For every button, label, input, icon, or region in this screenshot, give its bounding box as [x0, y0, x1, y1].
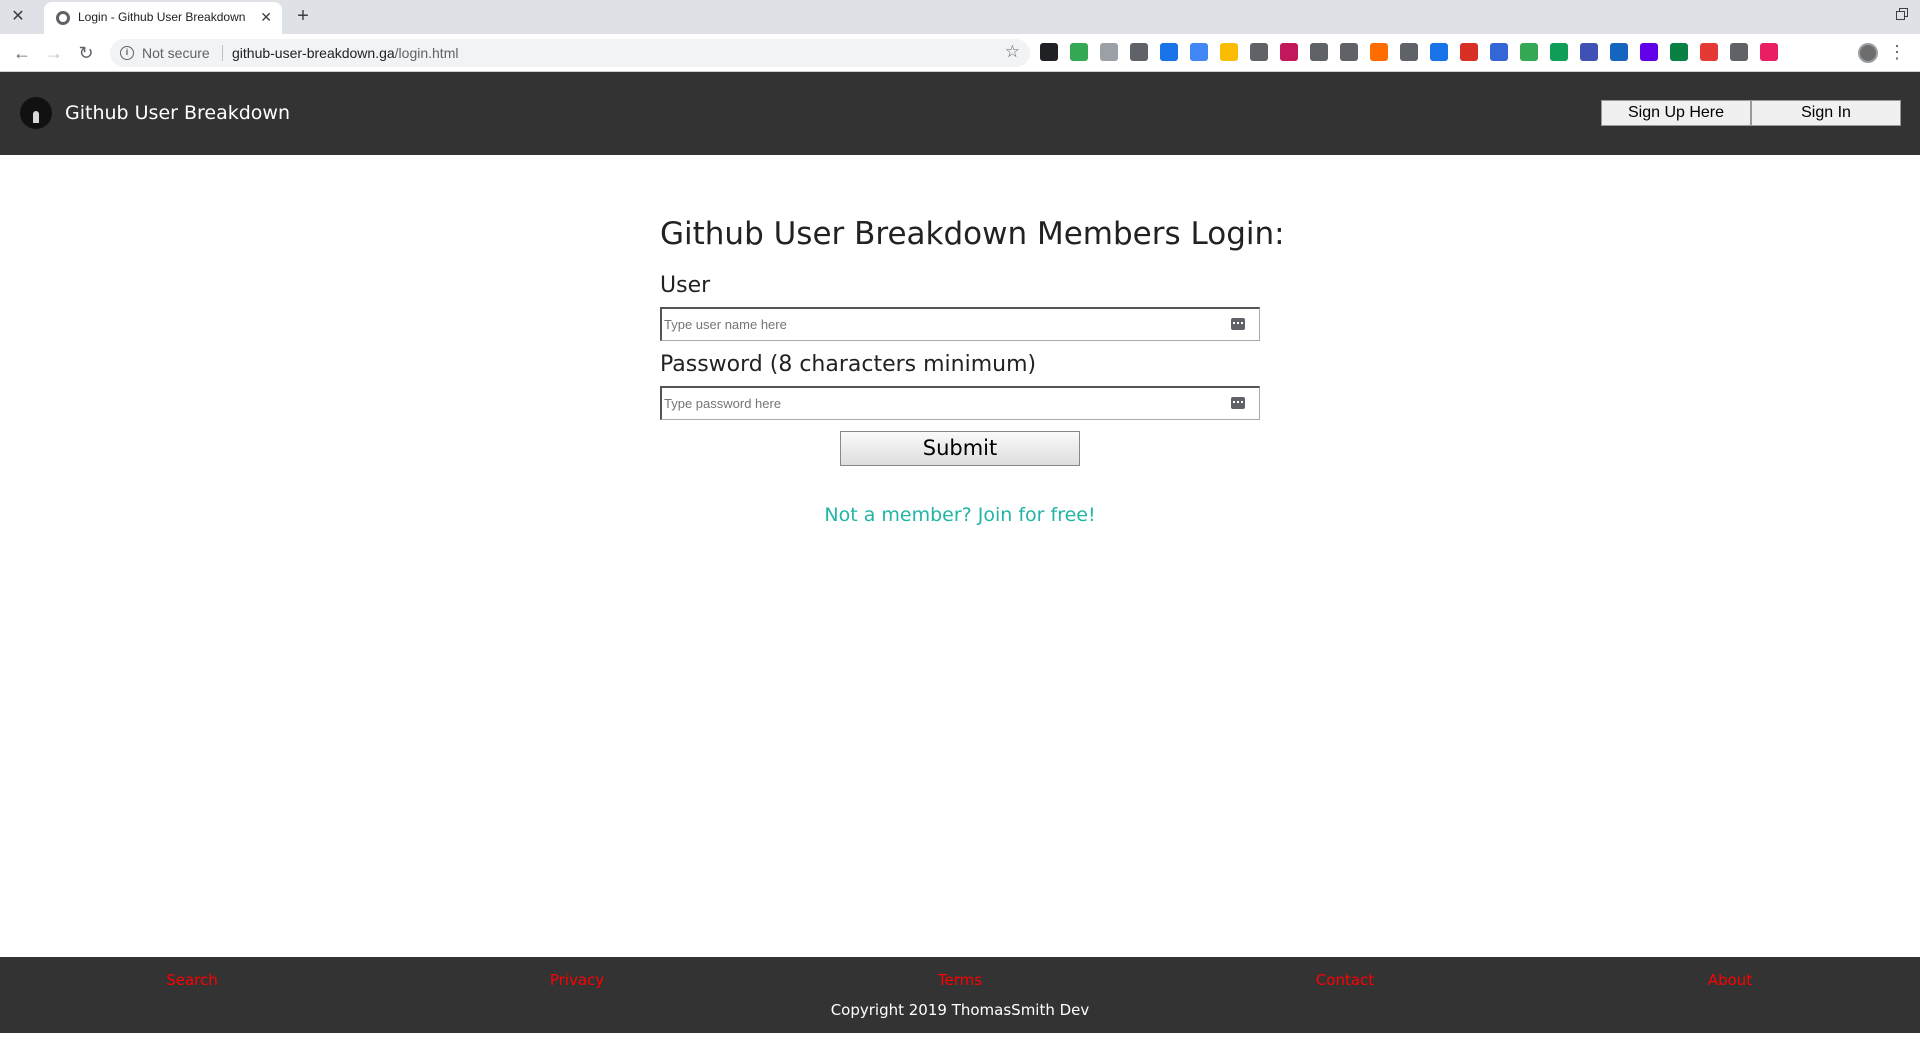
close-tab-icon[interactable]: ✕ [260, 9, 272, 26]
submit-button[interactable]: Submit [840, 431, 1080, 466]
extension-icon[interactable] [1130, 43, 1148, 61]
login-title: Github User Breakdown Members Login: [660, 216, 1285, 252]
password-label: Password (8 characters minimum) [660, 352, 1037, 377]
keyboard-icon[interactable] [1231, 318, 1245, 330]
footer-link-about[interactable]: About [1640, 971, 1820, 989]
extension-icon[interactable] [1100, 43, 1118, 61]
extension-icon[interactable] [1520, 43, 1538, 61]
extension-icon[interactable] [1220, 43, 1238, 61]
forward-arrow-icon[interactable]: → [44, 43, 64, 63]
browser-tabstrip: ✕ Login - Github User Breakdown ✕ + [0, 0, 1920, 34]
extension-icon[interactable] [1250, 43, 1268, 61]
user-label: User [660, 273, 711, 298]
footer-link-terms[interactable]: Terms [870, 971, 1050, 989]
divider [222, 45, 223, 61]
site-logo[interactable] [20, 97, 52, 129]
footer-link-search[interactable]: Search [102, 971, 282, 989]
new-tab-button[interactable]: + [292, 6, 314, 28]
extension-icon[interactable] [1340, 43, 1358, 61]
close-window-icon[interactable]: ✕ [8, 7, 28, 27]
copyright: Copyright 2019 ThomasSmith Dev [830, 1001, 1090, 1019]
password-input[interactable] [664, 388, 1224, 418]
extension-icon[interactable] [1070, 43, 1088, 61]
extension-icon[interactable] [1400, 43, 1418, 61]
back-arrow-icon[interactable]: ← [12, 43, 32, 63]
browser-tab[interactable]: Login - Github User Breakdown ✕ [44, 2, 282, 34]
site-title[interactable]: Github User Breakdown [65, 102, 290, 124]
menu-dots-icon[interactable]: ⋮ [1888, 42, 1906, 62]
security-label: Not secure [142, 45, 210, 61]
address-bar[interactable]: i Not secure github-user-breakdown.ga/lo… [110, 39, 1030, 67]
bookmark-star-icon[interactable]: ☆ [1005, 42, 1020, 62]
extension-icon[interactable] [1700, 43, 1718, 61]
globe-icon [56, 11, 70, 25]
site-header: Github User Breakdown Sign Up Here Sign … [0, 72, 1920, 155]
footer-link-privacy[interactable]: Privacy [487, 971, 667, 989]
password-field[interactable] [660, 386, 1260, 420]
info-icon[interactable]: i [120, 46, 134, 60]
extension-icon[interactable] [1190, 43, 1208, 61]
page-bottom [0, 1033, 1920, 1050]
site-footer: Search Privacy Terms Contact About Copyr… [0, 957, 1920, 1033]
user-field[interactable] [660, 307, 1260, 341]
extension-icon[interactable] [1310, 43, 1328, 61]
extension-icon[interactable] [1160, 43, 1178, 61]
extension-icon[interactable] [1370, 43, 1388, 61]
sign-up-button[interactable]: Sign Up Here [1601, 100, 1751, 126]
extension-icon[interactable] [1460, 43, 1478, 61]
extension-icon[interactable] [1430, 43, 1448, 61]
extension-icon[interactable] [1760, 43, 1778, 61]
extension-icon[interactable] [1040, 43, 1058, 61]
sign-in-button[interactable]: Sign In [1751, 100, 1901, 126]
url-text[interactable]: github-user-breakdown.ga/login.html [232, 45, 458, 61]
browser-toolbar: ← → ↻ i Not secure github-user-breakdown… [0, 34, 1920, 72]
join-link: Not a member? Join for free! [0, 504, 1920, 526]
join-link-text[interactable]: Not a member? Join for free! [824, 504, 1095, 526]
footer-link-contact[interactable]: Contact [1255, 971, 1435, 989]
extension-icon[interactable] [1730, 43, 1748, 61]
username-input[interactable] [664, 309, 1224, 339]
extension-icon[interactable] [1550, 43, 1568, 61]
extension-icon[interactable] [1610, 43, 1628, 61]
extension-icon[interactable] [1670, 43, 1688, 61]
extensions-row [1040, 43, 1778, 63]
url-domain: github-user-breakdown.ga [232, 45, 395, 61]
url-path: /login.html [394, 45, 459, 61]
extension-icon[interactable] [1580, 43, 1598, 61]
extension-icon[interactable] [1640, 43, 1658, 61]
reload-icon[interactable]: ↻ [76, 43, 96, 63]
extension-icon[interactable] [1490, 43, 1508, 61]
extension-icon[interactable] [1280, 43, 1298, 61]
profile-avatar[interactable] [1858, 43, 1878, 63]
tab-title: Login - Github User Breakdown [78, 10, 246, 24]
keyboard-icon[interactable] [1231, 397, 1245, 409]
restore-window-icon[interactable] [1896, 8, 1910, 22]
